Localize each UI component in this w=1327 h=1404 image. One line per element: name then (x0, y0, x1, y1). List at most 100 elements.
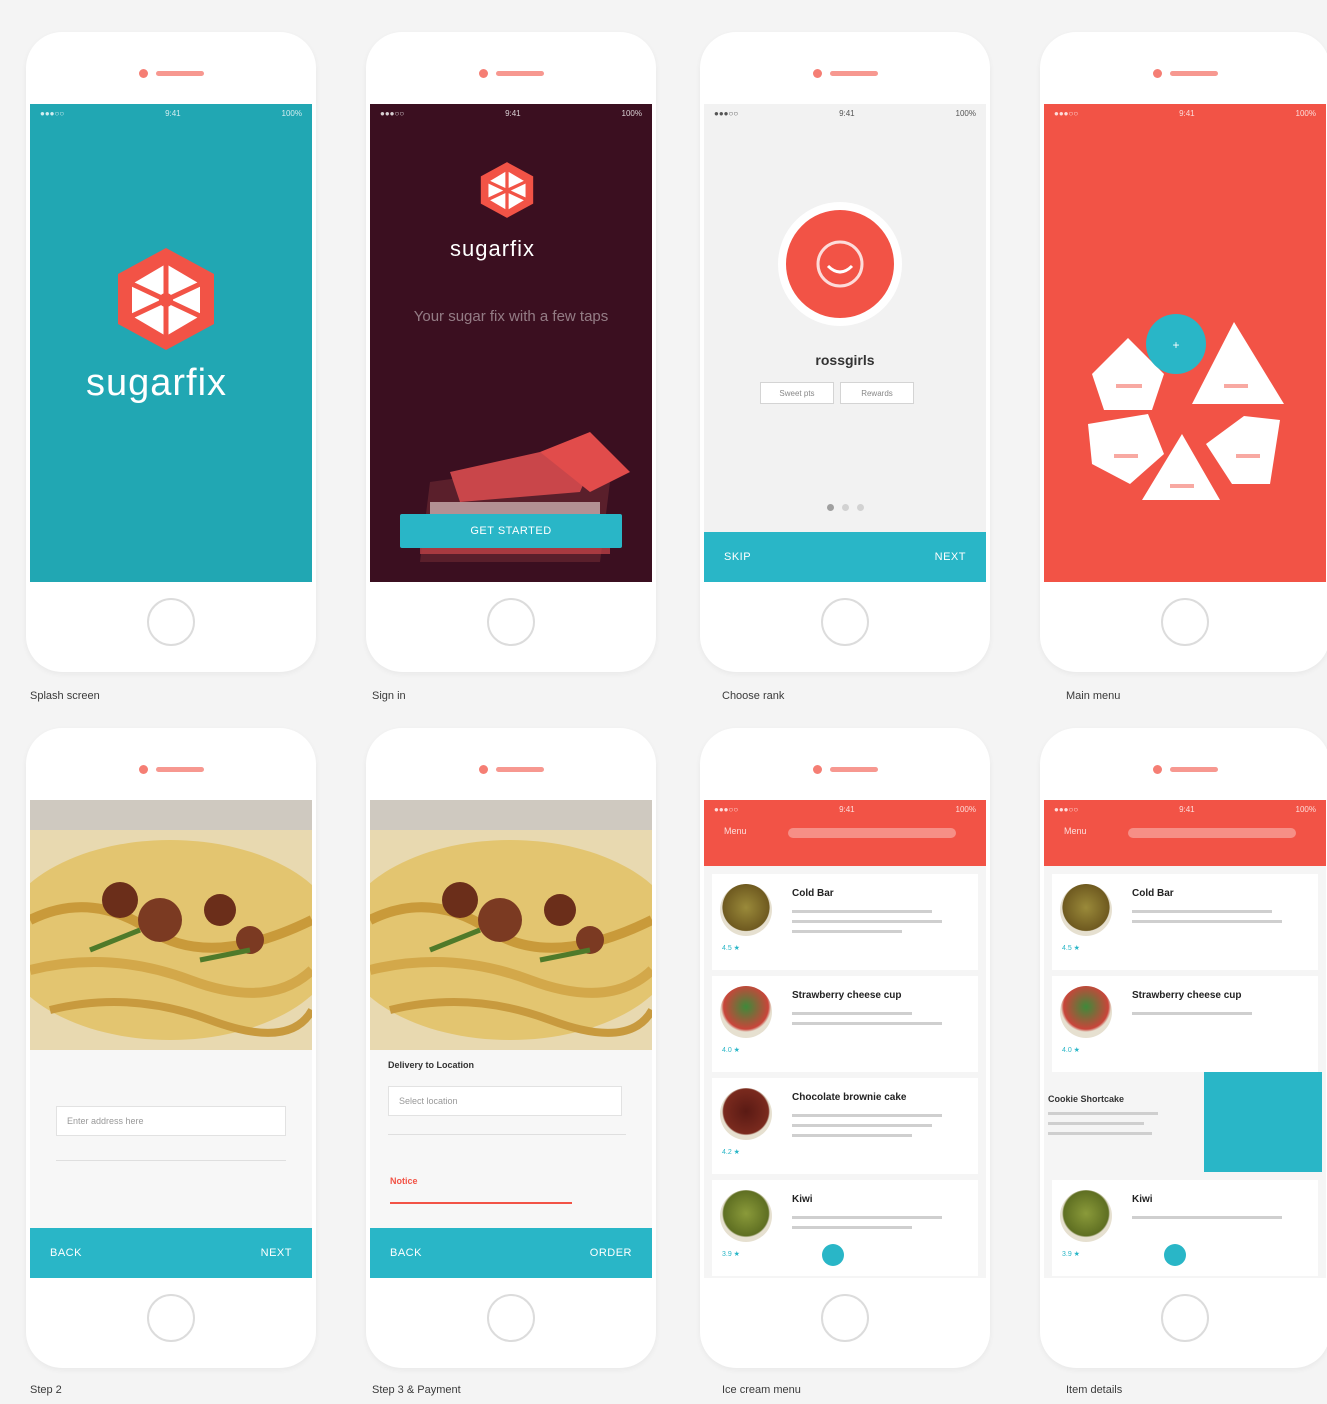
home-button[interactable] (147, 1294, 195, 1342)
screen-label-ice-cream-menu: Ice cream menu (722, 1384, 801, 1396)
screen-ice-cream-menu: ●●●○○ 9:41 100% Menu Cold Bar 4.5 ★ Strawb… (704, 800, 986, 1278)
stat-pill[interactable]: Sweet pts (760, 382, 834, 404)
screen-label-step-2: Step 2 (30, 1384, 62, 1396)
phone-top-indicator (26, 58, 316, 88)
sugarfix-logo-icon (118, 248, 214, 350)
phone-top-indicator (1040, 58, 1327, 88)
item-thumbnail (1060, 986, 1112, 1038)
header-title: Menu (724, 826, 747, 836)
item-name: Strawberry cheese cup (1132, 990, 1242, 1001)
add-fab-button[interactable] (822, 1244, 844, 1266)
status-bar: ●●●○○ 9:41 100% (714, 108, 976, 118)
next-button[interactable]: NEXT (935, 551, 966, 563)
avatar[interactable] (778, 202, 902, 326)
phone-top-indicator (26, 754, 316, 784)
screen-choose: ●●●○○ 9:41 100% rossgirls Sweet pts Reward… (704, 104, 986, 582)
list-item[interactable]: Kiwi 3.9 ★ (712, 1180, 978, 1276)
list-item[interactable]: Strawberry cheese cup 4.0 ★ (1052, 976, 1318, 1072)
item-name: Cold Bar (792, 888, 834, 899)
get-started-button[interactable]: GET STARTED (400, 514, 622, 548)
item-thumbnail (720, 884, 772, 936)
status-bar: ●●●○○ 9:41 100% (1054, 804, 1316, 814)
next-button[interactable]: NEXT (261, 1247, 292, 1259)
item-name: Cold Bar (1132, 888, 1174, 899)
error-underline (390, 1202, 572, 1204)
item-name: Kiwi (792, 1194, 813, 1205)
home-button[interactable] (821, 1294, 869, 1342)
phone-top-indicator (700, 754, 990, 784)
item-rating: 3.9 ★ (722, 1251, 740, 1258)
smile-icon (816, 240, 864, 288)
screen-sign-in: ●●●○○ 9:41 100% sugarfix Your sugar fix wi… (370, 104, 652, 582)
mockup-board: ●●●○○ 9:41 100% sugarfix Splash screen ●●●… (0, 0, 1327, 1404)
home-button[interactable] (487, 598, 535, 646)
notice-label: Notice (390, 1176, 418, 1186)
list-item[interactable]: Cold Bar 4.5 ★ (1052, 874, 1318, 970)
menu-item-ice-cream[interactable] (1192, 322, 1284, 404)
item-name: Strawberry cheese cup (792, 990, 902, 1001)
address-input[interactable]: Enter address here (56, 1106, 286, 1136)
skip-button[interactable]: SKIP (724, 551, 751, 563)
back-button[interactable]: BACK (50, 1247, 82, 1259)
home-button[interactable] (487, 1294, 535, 1342)
stat-pill[interactable]: Rewards (840, 382, 914, 404)
detail-card[interactable] (1204, 1072, 1322, 1172)
wordmark: sugarfix (86, 362, 228, 404)
phone-main-menu: ●●●○○ 9:41 100% + (1040, 32, 1327, 672)
item-thumbnail (1060, 884, 1112, 936)
location-input[interactable]: Select location (388, 1086, 622, 1116)
back-button[interactable]: BACK (390, 1247, 422, 1259)
status-bar: ●●●○○ 9:41 100% (714, 804, 976, 814)
food-photo (370, 800, 652, 1050)
menu-item-featured[interactable]: + (1146, 314, 1206, 374)
item-thumbnail (720, 1190, 772, 1242)
bottom-action-bar: BACK NEXT (30, 1228, 312, 1278)
screen-label-sign-in: Sign in (372, 690, 406, 702)
search-input[interactable] (788, 828, 956, 838)
status-bar: ●●●○○ 9:41 100% (380, 108, 642, 118)
screen-main-menu: ●●●○○ 9:41 100% + (1044, 104, 1326, 582)
item-rating: 4.2 ★ (722, 1149, 740, 1156)
sugarfix-logo-icon (480, 162, 534, 218)
menu-item-drinks[interactable] (1206, 416, 1280, 484)
page-indicator (704, 504, 986, 511)
field-title: Delivery to Location (388, 1060, 475, 1070)
screen-label-item-details: Item details (1066, 1384, 1123, 1396)
home-button[interactable] (1161, 598, 1209, 646)
phone-top-indicator (700, 58, 990, 88)
item-rating: 4.5 ★ (722, 945, 740, 952)
item-rating: 4.5 ★ (1062, 945, 1080, 952)
list-item[interactable]: Kiwi 3.9 ★ (1052, 1180, 1318, 1276)
hex-menu: + (1088, 314, 1284, 500)
item-rating: 4.0 ★ (722, 1047, 740, 1054)
food-photo (30, 800, 312, 1050)
list-header: ●●●○○ 9:41 100% Menu (1044, 800, 1326, 866)
list-item[interactable]: Strawberry cheese cup 4.0 ★ (712, 976, 978, 1072)
home-button[interactable] (147, 598, 195, 646)
wordmark: sugarfix (450, 236, 536, 261)
list-item[interactable]: Chocolate brownie cake 4.2 ★ (712, 1078, 978, 1174)
menu-item-pastry[interactable] (1088, 414, 1164, 484)
screen-splash: ●●●○○ 9:41 100% sugarfix (30, 104, 312, 582)
phone-splash: ●●●○○ 9:41 100% sugarfix (26, 32, 316, 672)
add-fab-button[interactable] (1164, 1244, 1186, 1266)
item-thumbnail (1060, 1190, 1112, 1242)
phone-ice-cream-menu: ●●●○○ 9:41 100% Menu Cold Bar 4.5 ★ Strawb… (700, 728, 990, 1368)
home-button[interactable] (821, 598, 869, 646)
user-name: rossgirls (815, 352, 875, 368)
address-form: Enter address here BACK NEXT (30, 1050, 312, 1278)
list-header: ●●●○○ 9:41 100% Menu (704, 800, 986, 866)
bottom-action-bar: SKIP NEXT (704, 532, 986, 582)
divider (56, 1160, 286, 1161)
home-button[interactable] (1161, 1294, 1209, 1342)
list-item[interactable]: Cold Bar 4.5 ★ (712, 874, 978, 970)
phone-choose: ●●●○○ 9:41 100% rossgirls Sweet pts Reward… (700, 32, 990, 672)
header-title: Menu (1064, 826, 1087, 836)
search-input[interactable] (1128, 828, 1296, 838)
order-button[interactable]: ORDER (590, 1247, 632, 1259)
phone-top-indicator (366, 58, 656, 88)
item-rating: 3.9 ★ (1062, 1251, 1080, 1258)
screen-label-splash: Splash screen (30, 690, 100, 702)
phone-top-indicator (1040, 754, 1327, 784)
screen-label-main-menu: Main menu (1066, 690, 1121, 702)
